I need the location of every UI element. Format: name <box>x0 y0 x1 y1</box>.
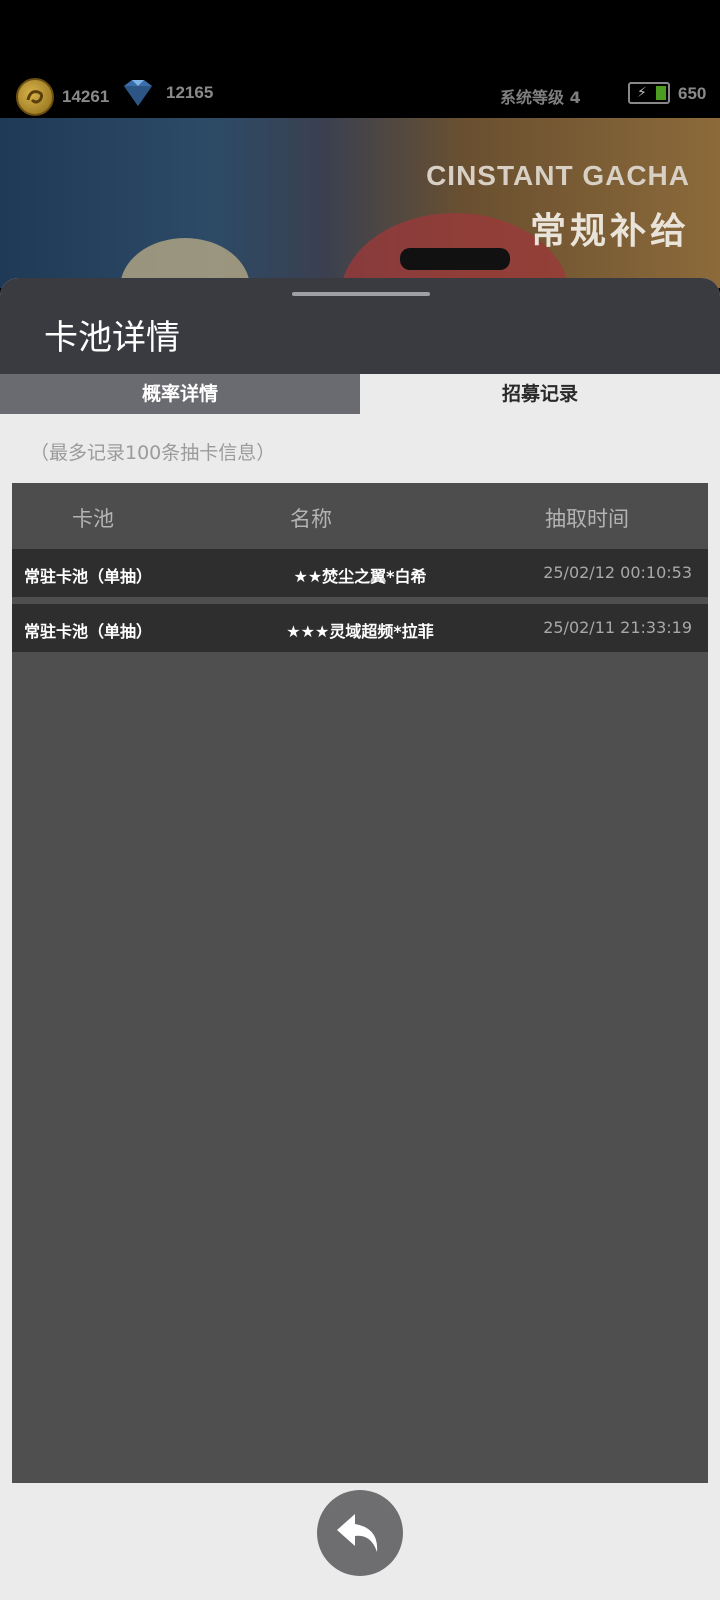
row-time: 25/02/11 21:33:19 <box>543 618 692 637</box>
gem-counter: 12165 <box>118 78 213 108</box>
system-level: 系统等级 4 <box>500 88 581 107</box>
coin-counter: 14261 <box>16 78 109 116</box>
pool-details-sheet: 卡池详情 概率详情 招募记录 （最多记录100条抽卡信息） 卡池 名称 抽取时间… <box>0 278 720 1600</box>
sheet-title: 卡池详情 <box>44 318 180 358</box>
back-button[interactable] <box>317 1490 403 1576</box>
top-resource-bar: 14261 12165 系统等级 4 ⚡ 650 <box>0 0 720 118</box>
table-row[interactable]: 常驻卡池（单抽） ★★★灵域超频*拉菲 25/02/11 21:33:19 <box>12 604 708 652</box>
gem-amount: 12165 <box>166 83 214 102</box>
drag-handle[interactable] <box>292 292 430 296</box>
coin-amount: 14261 <box>62 87 110 106</box>
coin-icon <box>16 78 54 116</box>
gem-icon <box>124 80 152 106</box>
record-limit-note: （最多记录100条抽卡信息） <box>30 442 276 464</box>
row-time: 25/02/12 00:10:53 <box>543 563 692 582</box>
records-table[interactable]: 卡池 名称 抽取时间 常驻卡池（单抽） ★★焚尘之翼*白希 25/02/12 0… <box>12 483 708 1483</box>
back-arrow-icon <box>337 1514 378 1552</box>
character-art <box>400 248 510 270</box>
banner-title-cn: 常规补给 <box>529 211 690 252</box>
battery-icon: ⚡ <box>628 82 670 104</box>
table-row[interactable]: 常驻卡池（单抽） ★★焚尘之翼*白希 25/02/12 00:10:53 <box>12 549 708 597</box>
tab-bar: 概率详情 招募记录 <box>0 374 720 414</box>
table-header: 卡池 名称 抽取时间 <box>12 483 708 549</box>
header-pool: 卡池 <box>72 507 114 531</box>
sheet-header: 卡池详情 <box>0 278 720 374</box>
gacha-banner: CINSTANT GACHA 常规补给 <box>0 118 720 288</box>
energy-amount: 650 <box>678 84 707 103</box>
tab-probability-details[interactable]: 概率详情 <box>0 374 360 414</box>
header-name: 名称 <box>290 507 332 531</box>
tab-recruit-records[interactable]: 招募记录 <box>360 374 720 414</box>
header-time: 抽取时间 <box>545 507 629 531</box>
bolt-icon: ⚡ <box>637 85 647 101</box>
banner-title-en: CINSTANT GACHA <box>426 160 690 191</box>
